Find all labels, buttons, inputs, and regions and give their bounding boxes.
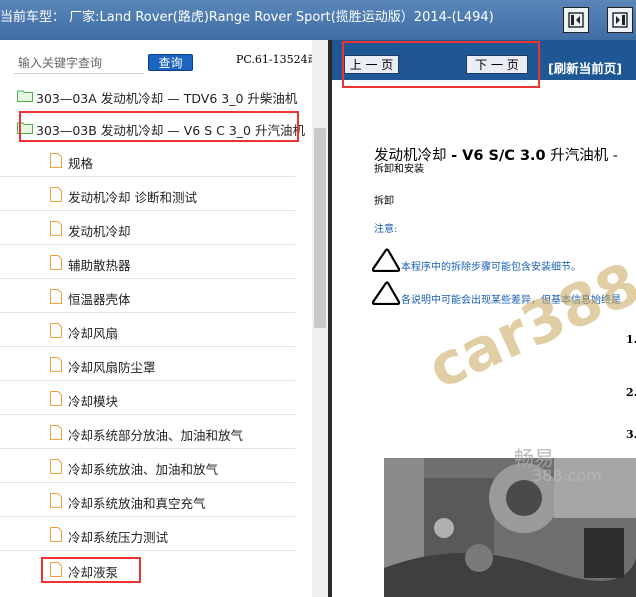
document-icon [50,357,62,372]
section-heading: 拆卸 [374,196,394,207]
warning-text: 本程序中的拆除步骤可能包含安装细节。 [401,262,581,273]
warning-row: 本程序中的拆除步骤可能包含安装细节。 [371,248,581,274]
tree-item-label: 冷却模块 [68,394,119,409]
tree-folder-label: 303—03A 发动机冷却 — TDV6 3_0 升柴油机 [36,91,298,106]
tree-item[interactable]: 冷却系统压力测试 [0,521,305,551]
row-separator [0,312,295,313]
tree-item-label: 发动机冷却 诊断和测试 [68,190,197,205]
row-separator [0,346,295,347]
tree-folder-303-03b[interactable]: 303—03B 发动机冷却 — V6 S C 3_0 升汽油机 [0,114,305,144]
row-separator [0,210,295,211]
title-bold: - V6 S/C 3.0 [451,148,546,164]
row-separator [0,244,295,245]
document-icon [50,459,62,474]
document-icon [50,255,62,270]
tree-item-label: 恒温器壳体 [68,292,131,307]
title-suffix: 升汽油机 - [545,148,618,164]
document-icon [50,493,62,508]
dock-left-button[interactable] [563,7,589,33]
search-underline [14,73,144,74]
document-icon [50,323,62,338]
tree-item[interactable]: 冷却系统部分放油、加油和放气 [0,419,305,449]
tree-item-label: 冷却系统部分放油、加油和放气 [68,428,244,443]
tree-item-label: 辅助散热器 [68,258,131,273]
tree-item[interactable]: 恒温器壳体 [0,283,305,313]
tree-item-label: 冷却风扇 [68,326,119,341]
tree-item[interactable]: 发动机冷却 [0,215,305,245]
row-separator [0,516,295,517]
search-input[interactable] [18,54,143,72]
folder-open-icon [17,122,33,134]
row-separator [0,414,295,415]
document-icon [50,562,62,577]
dock-right-button[interactable] [607,7,633,33]
note-label: 注意: [374,224,398,235]
tree-item-label: 冷却系统放油和真空充气 [68,496,206,511]
tree-item[interactable]: 冷却系统放油、加油和放气 [0,453,305,483]
left-scroll-thumb[interactable] [314,128,326,328]
watermark-cn-domain: 388.com [532,466,602,485]
left-scrollbar[interactable] [312,40,328,597]
tree-item-label: 冷却液泵 [68,565,119,580]
tree-item-label: 冷却风扇防尘罩 [68,360,156,375]
document-view: 上 一 页 下 一 页 [刷新当前页] 发动机冷却 - V6 S/C 3.0 升… [332,40,636,597]
row-separator [0,278,295,279]
warning-triangle-icon [371,248,401,273]
vehicle-label: 当前车型： 厂家:Land Rover(路虎)Range Rover Sport… [0,10,494,25]
folder-icon [17,90,33,102]
tree-item[interactable]: 辅助散热器 [0,249,305,279]
tree-folder-303-03a[interactable]: 303—03A 发动机冷却 — TDV6 3_0 升柴油机 [0,82,305,112]
row-separator [0,482,295,483]
row-separator [0,176,295,177]
document-icon [50,187,62,202]
search-button[interactable]: 查询 [148,54,193,71]
warning-row: 各说明中可能会出现某些差异，但基本信息始终是 [371,281,621,307]
document-icon [50,289,62,304]
document-subtitle: 拆卸和安装 [374,164,424,175]
document-icon [50,527,62,542]
step-number: 3. [626,428,636,441]
prev-page-button[interactable]: 上 一 页 [344,55,399,74]
tree-item[interactable]: 冷却系统放油和真空充气 [0,487,305,517]
dock-left-icon [568,12,584,28]
document-icon [50,153,62,168]
tree-item-label: 冷却系统压力测试 [68,530,169,545]
document-icon [50,425,62,440]
tree-item[interactable]: 冷却模块 [0,385,305,415]
page-nav-bar: 上 一 页 下 一 页 [刷新当前页] [332,40,636,80]
warning-triangle-icon [371,281,401,306]
step-number: 1. [626,333,636,346]
tree-item[interactable]: 冷却风扇 [0,317,305,347]
tree-folder-label: 303—03B 发动机冷却 — V6 S C 3_0 升汽油机 [36,123,305,138]
tree-item-label: 冷却系统放油、加油和放气 [68,462,219,477]
row-separator [0,550,295,551]
document-icon [50,391,62,406]
tree-item-selected[interactable]: 冷却液泵 [0,556,305,586]
refresh-page-link[interactable]: [刷新当前页] [548,58,622,77]
tree-item[interactable]: 发动机冷却 诊断和测试 [0,181,305,211]
top-bar: 当前车型： 厂家:Land Rover(路虎)Range Rover Sport… [0,0,636,40]
tree-item-label: 发动机冷却 [68,224,131,239]
tree-item[interactable]: 冷却风扇防尘罩 [0,351,305,381]
tree-item[interactable]: 规格 [0,147,305,177]
document-icon [50,221,62,236]
row-separator [0,448,295,449]
next-page-button[interactable]: 下 一 页 [466,55,528,74]
step-number: 2. [626,386,636,399]
row-separator [0,380,295,381]
tree-item-label: 规格 [68,156,94,171]
dock-right-icon [612,12,628,28]
